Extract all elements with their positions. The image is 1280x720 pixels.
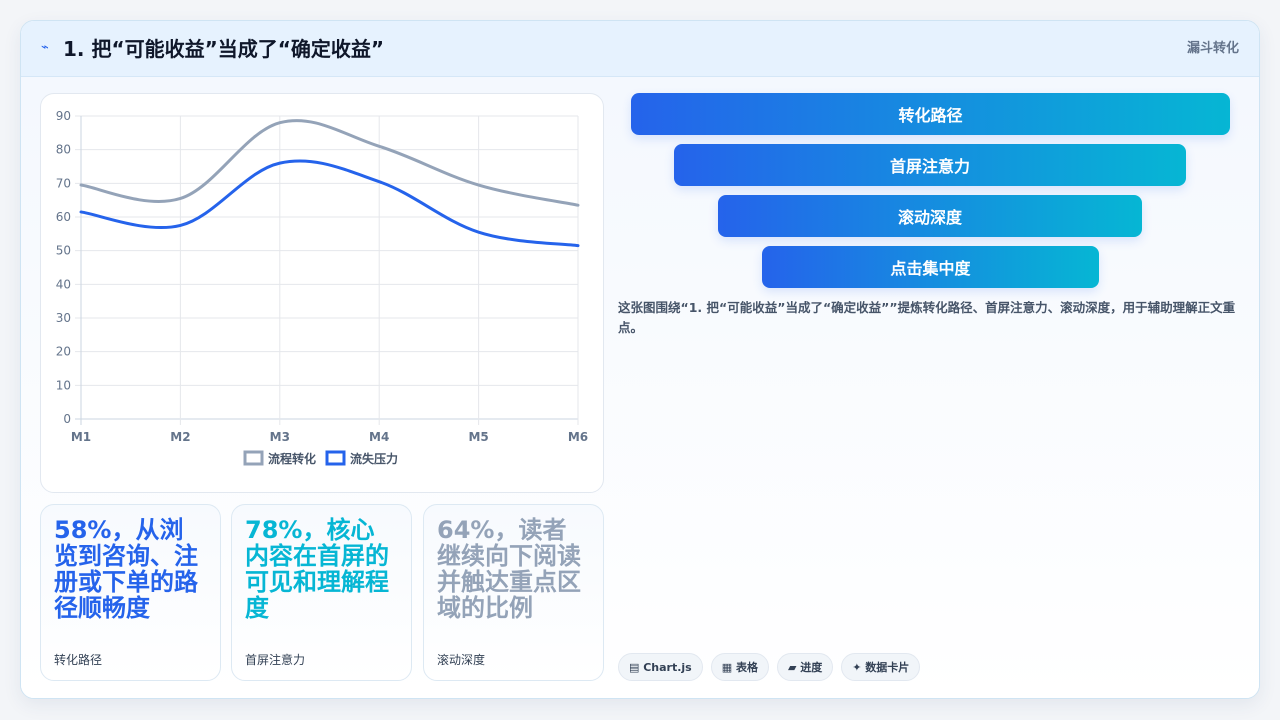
legend-swatch bbox=[325, 450, 346, 466]
stat-value: 78%，核心内容在首屏的可见和理解程度 bbox=[245, 516, 389, 622]
pulse-icon: ⌁ bbox=[41, 40, 49, 55]
stat-card-conversion: 58%，从浏览到咨询、注册或下单的路径顺畅度 转化路径 bbox=[40, 504, 221, 681]
stat-label: 滚动深度 bbox=[437, 653, 486, 667]
stat-value: 58%，从浏览到咨询、注册或下单的路径顺畅度 bbox=[54, 516, 198, 622]
series-line-1 bbox=[79, 119, 580, 207]
header-tag: 漏斗转化 bbox=[1186, 41, 1239, 56]
chip-table[interactable]: ▦ 表格 bbox=[710, 653, 769, 681]
main-card: ⌁ 1. 把“可能收益”当成了“确定收益” 漏斗转化 0 10 20 30 40 50 60… bbox=[20, 20, 1260, 699]
legend-swatch bbox=[243, 450, 264, 466]
chart-legend: 流程转化 流失压力 bbox=[243, 450, 398, 466]
funnel-step-4: 点击集中度 bbox=[762, 246, 1099, 288]
tech-chips: ▤ Chart.js ▦ 表格 ▰ 进度 ✦ 数据卡片 bbox=[618, 653, 921, 681]
line-chart-panel: 0 10 20 30 40 50 60 70 80 90 M1 M2 M3 M4 M5 M6 流程转化 流失压力 bbox=[40, 93, 604, 493]
chip-chartjs[interactable]: ▤ Chart.js bbox=[618, 653, 703, 681]
x-tick-label: M2 bbox=[170, 430, 190, 444]
stat-card-attention: 78%，核心内容在首屏的可见和理解程度 首屏注意力 bbox=[231, 504, 412, 681]
y-tick-label: 90 bbox=[56, 109, 71, 123]
stat-value: 64%，读者继续向下阅读并触达重点区域的比例 bbox=[437, 516, 581, 622]
funnel-step-2: 首屏注意力 bbox=[674, 144, 1186, 186]
y-tick-label: 0 bbox=[63, 412, 71, 426]
y-tick-label: 10 bbox=[56, 378, 71, 392]
y-tick-label: 40 bbox=[56, 277, 71, 291]
x-tick-label: M1 bbox=[71, 430, 91, 444]
chip-data-card[interactable]: ✦ 数据卡片 bbox=[841, 653, 921, 681]
y-tick-label: 60 bbox=[56, 210, 71, 224]
legend-label: 流程转化 bbox=[268, 451, 316, 466]
y-tick-label: 80 bbox=[56, 143, 71, 157]
stat-label: 首屏注意力 bbox=[245, 653, 306, 667]
funnel-step-1: 转化路径 bbox=[631, 93, 1230, 135]
x-tick-label: M6 bbox=[568, 430, 588, 444]
y-tick-label: 30 bbox=[56, 311, 71, 325]
page-title: 1. 把“可能收益”当成了“确定收益” bbox=[63, 37, 385, 61]
y-tick-label: 50 bbox=[56, 244, 71, 258]
x-tick-label: M5 bbox=[468, 430, 488, 444]
chart-grid bbox=[75, 115, 579, 425]
funnel-step-3: 滚动深度 bbox=[718, 195, 1142, 237]
chip-progress[interactable]: ▰ 进度 bbox=[776, 653, 834, 681]
stat-card-scroll: 64%，读者继续向下阅读并触达重点区域的比例 滚动深度 bbox=[423, 504, 604, 681]
card-header: ⌁ 1. 把“可能收益”当成了“确定收益” 漏斗转化 bbox=[21, 21, 1259, 77]
line-chart: 0 10 20 30 40 50 60 70 80 90 M1 M2 M3 M4 M5 M6 流程转化 流失压力 bbox=[56, 109, 588, 466]
chart-description: 这张图围绕“1. 把“可能收益”当成了“确定收益””提炼转化路径、首屏注意力、滚… bbox=[618, 300, 1236, 335]
x-tick-label: M4 bbox=[369, 430, 389, 444]
y-tick-label: 20 bbox=[56, 345, 71, 359]
legend-label: 流失压力 bbox=[350, 451, 398, 466]
y-tick-label: 70 bbox=[56, 176, 71, 190]
stat-label: 转化路径 bbox=[54, 653, 103, 667]
chart-axes: 0 10 20 30 40 50 60 70 80 90 M1 M2 M3 M4 M5 M6 bbox=[56, 109, 588, 444]
x-tick-label: M3 bbox=[270, 430, 290, 444]
series-line-2 bbox=[79, 159, 580, 248]
